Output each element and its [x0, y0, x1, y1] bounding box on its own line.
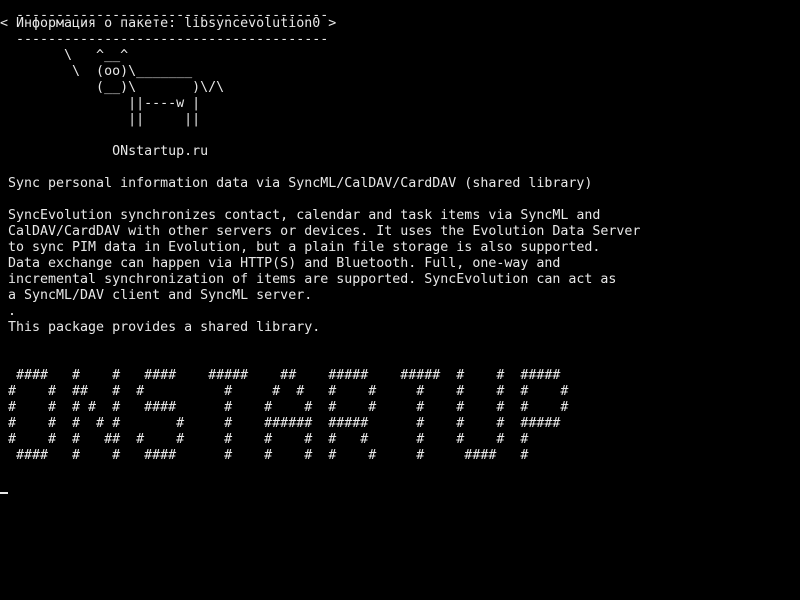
banner-ascii-line: #### # # #### ##### ## ##### ##### # # #… [8, 368, 561, 383]
description-line: This package provides a shared library. [8, 320, 321, 335]
description-line: to sync PIM data in Evolution, but a pla… [8, 240, 601, 255]
banner-ascii-line: #### # # #### # # # # # # #### # [8, 448, 529, 463]
banner-ascii-line: # # ## # # # # # # # # # # # # [8, 384, 569, 399]
cowsay-border-bottom: --------------------------------------- [8, 32, 329, 47]
package-summary: Sync personal information data via SyncM… [8, 176, 593, 191]
banner-ascii-line: # # # # # # # ###### ##### # # # ##### [8, 416, 561, 431]
cow-ascii-line: ||----w | [8, 96, 201, 111]
description-line: a SyncML/DAV client and SyncML server. [8, 288, 313, 303]
description-line: . [8, 304, 17, 319]
banner-ascii-line: # # # ## # # # # # # # # # # # [8, 432, 529, 447]
terminal-screen[interactable]: --------------------------------------- … [0, 0, 800, 600]
cow-ascii-line: \ (oo)\_______ [8, 64, 193, 79]
cow-ascii-line: \ ^__^ [8, 48, 129, 63]
text-cursor [0, 492, 8, 494]
description-line: incremental synchronization of items are… [8, 272, 617, 287]
description-line: CalDAV/CardDAV with other servers or dev… [8, 224, 641, 239]
description-line: SyncEvolution synchronizes contact, cale… [8, 208, 601, 223]
cowsay-message: < Информация о пакете: libsyncevolution0… [0, 16, 337, 31]
brand-text: ONstartup.ru [8, 144, 209, 159]
banner-ascii-line: # # # # # #### # # # # # # # # # # [8, 400, 569, 415]
cow-ascii-line: || || [8, 112, 201, 127]
description-line: Data exchange can happen via HTTP(S) and… [8, 256, 561, 271]
cow-ascii-line: (__)\ )\/\ [8, 80, 225, 95]
